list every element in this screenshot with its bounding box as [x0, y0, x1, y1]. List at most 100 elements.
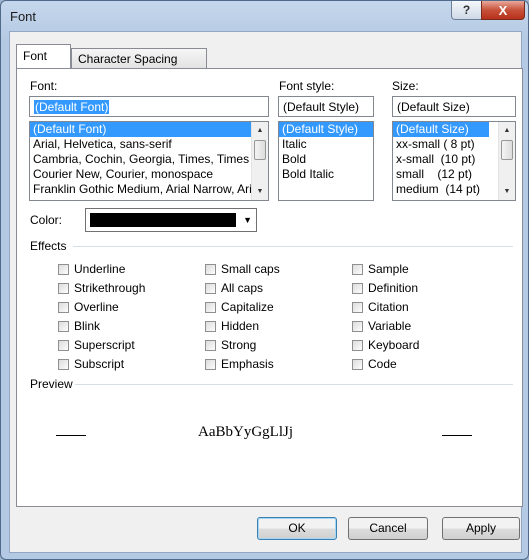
- size-label: Size:: [392, 79, 419, 93]
- checkbox-label: Emphasis: [221, 357, 274, 371]
- checkbox-variable[interactable]: Variable: [352, 319, 411, 333]
- checkbox-box[interactable]: [352, 358, 363, 370]
- chevron-down-icon[interactable]: ▼: [243, 215, 252, 225]
- tab-character-spacing[interactable]: Character Spacing: [71, 48, 207, 68]
- color-label: Color:: [30, 213, 63, 227]
- effects-group-label: Effects: [30, 239, 67, 253]
- checkbox-label: Definition: [368, 281, 419, 295]
- checkbox-label: Underline: [74, 262, 126, 276]
- font-input-value: (Default Font): [34, 100, 110, 114]
- list-item[interactable]: Franklin Gothic Medium, Arial Narrow, Ar…: [30, 182, 268, 197]
- scroll-up-arrow-icon[interactable]: ▲: [252, 122, 268, 139]
- checkbox-box[interactable]: [352, 263, 363, 275]
- checkbox-hidden[interactable]: Hidden: [205, 319, 259, 333]
- scroll-thumb[interactable]: [254, 140, 266, 160]
- checkbox-definition[interactable]: Definition: [352, 281, 418, 295]
- checkbox-box[interactable]: [352, 282, 363, 294]
- checkbox-label: Citation: [368, 300, 409, 314]
- checkbox-box[interactable]: [205, 282, 216, 294]
- list-item[interactable]: xx-small ( 8 pt): [393, 137, 515, 152]
- checkbox-box[interactable]: [352, 320, 363, 332]
- checkbox-code[interactable]: Code: [352, 357, 397, 371]
- font-style-list[interactable]: (Default Style) Italic Bold Bold Italic: [278, 121, 374, 201]
- checkbox-box[interactable]: [205, 358, 216, 370]
- checkbox-label: Small caps: [221, 262, 280, 276]
- checkbox-superscript[interactable]: Superscript: [58, 338, 135, 352]
- list-item[interactable]: Bold Italic: [279, 167, 373, 182]
- checkbox-strong[interactable]: Strong: [205, 338, 256, 352]
- list-item[interactable]: (Default Font): [30, 122, 268, 137]
- checkbox-strikethrough[interactable]: Strikethrough: [58, 281, 145, 295]
- size-list-scrollbar[interactable]: ▲ ▼: [498, 122, 515, 200]
- list-item[interactable]: x-small (10 pt): [393, 152, 515, 167]
- checkbox-keyboard[interactable]: Keyboard: [352, 338, 419, 352]
- cancel-button[interactable]: Cancel: [348, 517, 428, 540]
- checkbox-small-caps[interactable]: Small caps: [205, 262, 280, 276]
- preview-divider: [75, 384, 513, 385]
- checkbox-emphasis[interactable]: Emphasis: [205, 357, 274, 371]
- font-style-label: Font style:: [279, 79, 335, 93]
- preview-sample-text: AaBbYyGgLlJj: [198, 424, 293, 440]
- help-button[interactable]: ?: [451, 1, 482, 20]
- checkbox-all-caps[interactable]: All caps: [205, 281, 263, 295]
- checkbox-label: Subscript: [74, 357, 125, 371]
- font-style-input[interactable]: (Default Style): [278, 96, 374, 117]
- tab-font[interactable]: Font: [16, 44, 71, 68]
- list-item[interactable]: Cambria, Cochin, Georgia, Times, Times N…: [30, 152, 268, 167]
- scroll-down-arrow-icon[interactable]: ▼: [499, 183, 515, 200]
- close-icon: X: [498, 2, 508, 18]
- list-item[interactable]: (Default Style): [279, 122, 373, 137]
- checkbox-label: Strong: [221, 338, 257, 352]
- ok-button[interactable]: OK: [257, 517, 337, 540]
- checkbox-box[interactable]: [58, 263, 69, 275]
- checkbox-box[interactable]: [58, 301, 69, 313]
- checkbox-underline[interactable]: Underline: [58, 262, 125, 276]
- checkbox-box[interactable]: [352, 339, 363, 351]
- list-item[interactable]: Italic: [279, 137, 373, 152]
- scroll-up-arrow-icon[interactable]: ▲: [499, 122, 515, 139]
- apply-button[interactable]: Apply: [442, 517, 520, 540]
- checkbox-box[interactable]: [352, 301, 363, 313]
- scroll-down-arrow-icon[interactable]: ▼: [252, 183, 268, 200]
- color-dropdown[interactable]: ▼: [85, 208, 257, 232]
- checkbox-label: All caps: [221, 281, 264, 295]
- checkbox-label: Superscript: [74, 338, 135, 352]
- checkbox-label: Strikethrough: [74, 281, 146, 295]
- checkbox-box[interactable]: [58, 320, 69, 332]
- list-item[interactable]: (Default Size): [393, 122, 489, 137]
- checkbox-blink[interactable]: Blink: [58, 319, 100, 333]
- title-bar[interactable]: Font ? X: [1, 1, 528, 31]
- close-button[interactable]: X: [481, 1, 525, 20]
- checkbox-box[interactable]: [58, 339, 69, 351]
- checkbox-label: Code: [368, 357, 397, 371]
- checkbox-box[interactable]: [205, 263, 216, 275]
- color-swatch: [90, 213, 236, 227]
- checkbox-subscript[interactable]: Subscript: [58, 357, 124, 371]
- checkbox-box[interactable]: [205, 339, 216, 351]
- size-list[interactable]: (Default Size) xx-small ( 8 pt) x-small …: [392, 121, 516, 201]
- font-list-scrollbar[interactable]: ▲ ▼: [251, 122, 268, 200]
- font-list[interactable]: (Default Font) Arial, Helvetica, sans-se…: [29, 121, 269, 201]
- help-icon: ?: [462, 3, 471, 17]
- checkbox-capitalize[interactable]: Capitalize: [205, 300, 274, 314]
- size-input[interactable]: (Default Size): [392, 96, 516, 117]
- checkbox-overline[interactable]: Overline: [58, 300, 119, 314]
- checkbox-box[interactable]: [58, 358, 69, 370]
- checkbox-citation[interactable]: Citation: [352, 300, 409, 314]
- list-item[interactable]: medium (14 pt): [393, 182, 515, 197]
- effects-divider: [73, 246, 513, 247]
- list-item[interactable]: Courier New, Courier, monospace: [30, 167, 268, 182]
- checkbox-label: Sample: [368, 262, 409, 276]
- checkbox-label: Blink: [74, 319, 101, 333]
- checkbox-sample[interactable]: Sample: [352, 262, 409, 276]
- checkbox-box[interactable]: [205, 301, 216, 313]
- list-item[interactable]: Bold: [279, 152, 373, 167]
- checkbox-box[interactable]: [205, 320, 216, 332]
- scroll-thumb[interactable]: [501, 140, 513, 160]
- checkbox-label: Variable: [368, 319, 412, 333]
- window-title: Font: [10, 9, 37, 24]
- list-item[interactable]: Arial, Helvetica, sans-serif: [30, 137, 268, 152]
- list-item[interactable]: small (12 pt): [393, 167, 515, 182]
- checkbox-box[interactable]: [58, 282, 69, 294]
- font-input[interactable]: (Default Font): [29, 96, 269, 117]
